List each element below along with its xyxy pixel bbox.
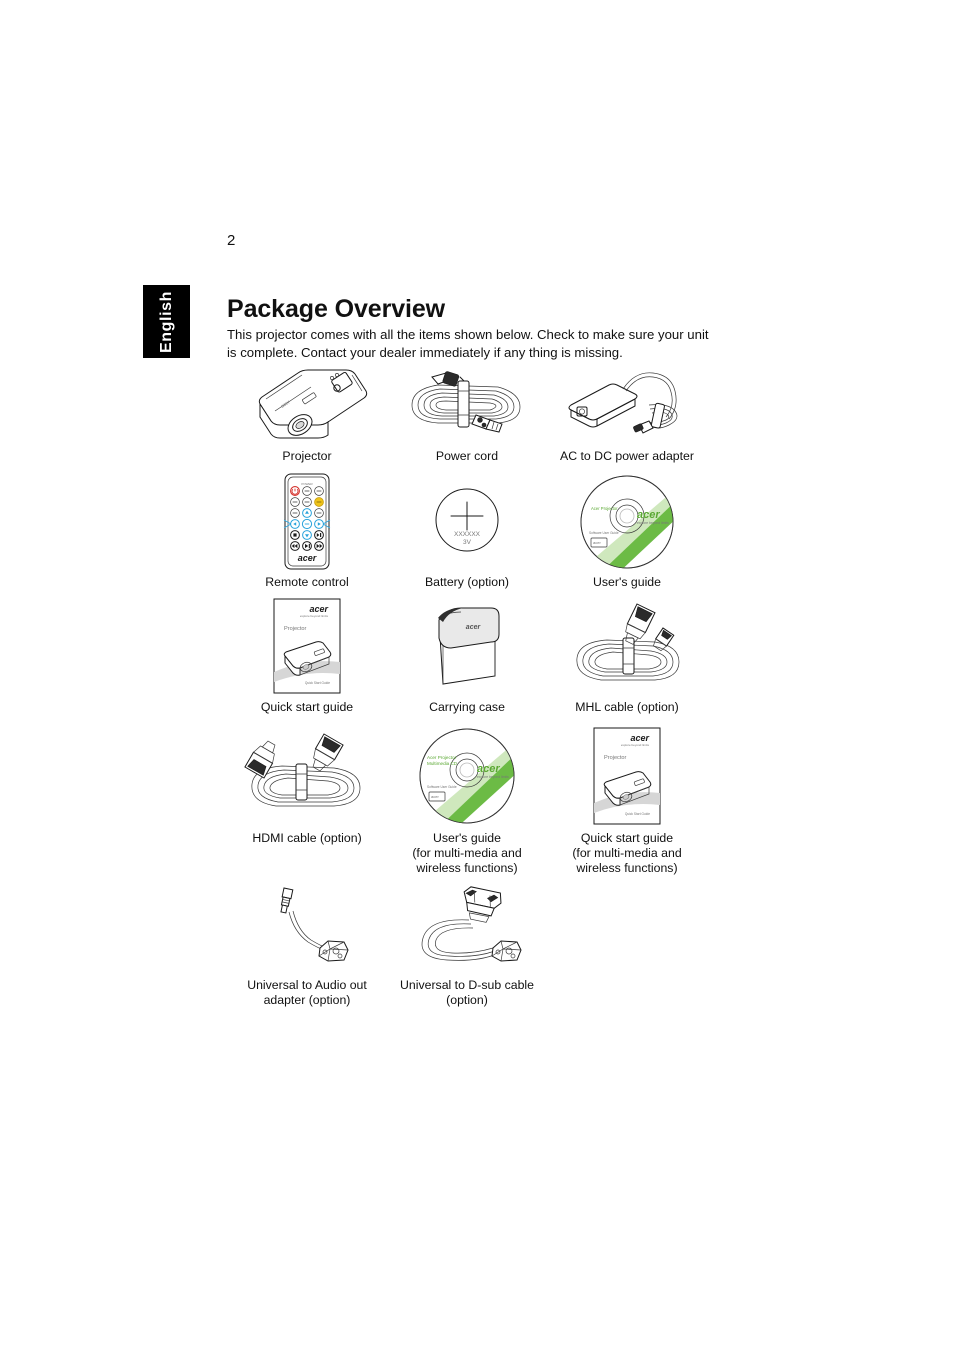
item-caption: Carrying case (429, 700, 505, 714)
booklet-icon: acer explore beyond limits Projector Qui… (268, 596, 346, 696)
carrying-case-icon: acer (417, 596, 517, 696)
remote-control-icon: POWER acer (275, 472, 339, 572)
package-row: acer Projector Power cord AC to DC power… (227, 362, 707, 464)
item-caption: Quick start guide (260, 700, 354, 714)
svg-text:Projector: Projector (284, 626, 307, 632)
svg-text:Quick Start Guide: Quick Start Guide (625, 812, 650, 816)
package-item-quick-start-guide-multimedia: acer explore beyond limits Projector Qui… (547, 723, 707, 876)
package-row: acer explore beyond limits Projector Qui… (227, 596, 707, 715)
svg-text:explore beyond limits: explore beyond limits (477, 775, 509, 779)
package-item-mhl-cable: MHL cable (option) (547, 596, 707, 715)
svg-text:Quick Start Guide: Quick Start Guide (305, 681, 330, 685)
package-row: Universal to Audio out adapter (option) (227, 884, 707, 1008)
svg-text:Multimedia CD: Multimedia CD (427, 761, 458, 766)
item-caption: Power cord (435, 449, 499, 463)
svg-text:acer: acer (630, 733, 649, 743)
package-item-projector: acer Projector (227, 362, 387, 464)
ac-adapter-icon (557, 362, 697, 446)
item-caption: AC to DC power adapter (560, 449, 694, 463)
item-caption: Remote control (265, 575, 349, 589)
package-item-users-guide-multimedia: acer explore beyond limits Acer Projecto… (387, 723, 547, 876)
item-caption: User's guide (for multi-media and wirele… (412, 831, 522, 875)
projector-icon: acer (242, 362, 372, 446)
svg-text:acer: acer (593, 540, 601, 545)
item-caption: Battery (option) (424, 575, 510, 589)
mhl-cable-icon (567, 596, 687, 696)
package-row: POWER acer Remote control XXXXXX 3V Batt… (227, 472, 707, 590)
package-item-universal-audio-out-adapter: Universal to Audio out adapter (option) (227, 884, 387, 1008)
intro-paragraph: This projector comes with all the items … (227, 327, 709, 361)
svg-text:acer: acer (298, 553, 317, 563)
item-caption: MHL cable (option) (575, 700, 679, 714)
svg-text:explore beyond limits: explore beyond limits (621, 743, 650, 747)
page-title: Package Overview (227, 294, 445, 323)
package-item-ac-dc-adapter: AC to DC power adapter (547, 362, 707, 464)
package-item-hdmi-cable: HDMI cable (option) (227, 723, 387, 876)
coin-battery-icon: XXXXXX 3V (421, 472, 513, 572)
booklet-icon: acer explore beyond limits Projector Qui… (587, 723, 667, 828)
svg-text:explore beyond limits: explore beyond limits (300, 614, 329, 618)
svg-text:acer: acer (637, 509, 660, 521)
audio-out-adapter-icon (252, 884, 362, 974)
package-item-users-guide: acer explore beyond limits Acer Projecto… (547, 472, 707, 590)
item-caption: Universal to Audio out adapter (option) (247, 978, 367, 1007)
item-caption: Projector (282, 449, 332, 463)
document-page: 2 English Package Overview This projecto… (0, 0, 954, 1351)
package-item-universal-dsub-cable: Universal to D-sub cable (option) (387, 884, 547, 1008)
svg-text:explore beyond limits: explore beyond limits (637, 521, 669, 525)
package-row: HDMI cable (option) acer explore beyond … (227, 723, 707, 876)
item-caption: Universal to D-sub cable (option) (400, 978, 534, 1007)
svg-text:Acer Projector: Acer Projector (591, 506, 618, 511)
svg-text:acer: acer (309, 604, 328, 614)
cd-disc-icon: acer explore beyond limits Acer Projecto… (415, 723, 519, 828)
svg-text:Projector: Projector (604, 755, 627, 761)
package-item-battery: XXXXXX 3V Battery (option) (387, 472, 547, 590)
language-tab-label: English (157, 290, 175, 353)
svg-text:acer: acer (431, 794, 439, 799)
item-caption: HDMI cable (option) (252, 831, 362, 845)
battery-code-text: XXXXXX (454, 531, 481, 538)
battery-voltage-text: 3V (463, 539, 472, 546)
svg-text:Software User Guide: Software User Guide (589, 531, 619, 535)
package-item-carrying-case: acer Carrying case (387, 596, 547, 715)
item-caption: Quick start guide (for multi-media and w… (572, 831, 682, 875)
page-number: 2 (227, 232, 236, 249)
svg-text:POWER: POWER (301, 482, 313, 486)
package-item-empty (547, 884, 707, 1008)
item-caption: User's guide (593, 575, 661, 589)
svg-text:acer: acer (477, 763, 500, 775)
svg-text:acer: acer (466, 624, 482, 631)
dsub-cable-icon (407, 884, 527, 974)
hdmi-cable-icon (242, 723, 372, 828)
svg-text:Acer Projector: Acer Projector (427, 755, 457, 760)
package-item-power-cord: Power cord (387, 362, 547, 464)
package-item-quick-start-guide: acer explore beyond limits Projector Qui… (227, 596, 387, 715)
power-cord-icon (402, 362, 532, 446)
svg-text:Software User Guide: Software User Guide (427, 785, 457, 789)
package-items-grid: acer Projector Power cord AC to DC power… (227, 362, 707, 1008)
cd-disc-icon: acer explore beyond limits Acer Projecto… (575, 472, 679, 572)
language-tab: English (143, 285, 190, 358)
package-item-remote-control: POWER acer Remote control (227, 472, 387, 590)
